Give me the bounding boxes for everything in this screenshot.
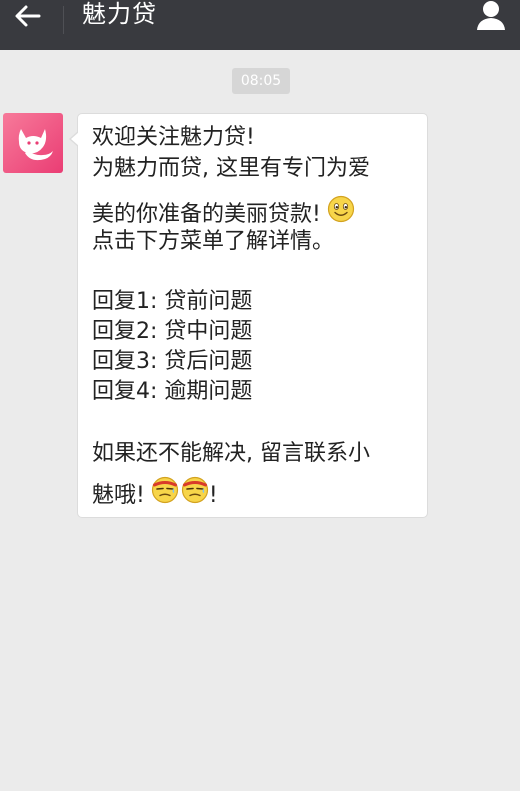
profile-button[interactable] — [468, 0, 512, 40]
message-line: 回复1: 贷前问题 — [92, 289, 253, 314]
title-bar: 魅力贷 — [0, 0, 520, 50]
message-text: ! — [208, 483, 218, 508]
message-line: 欢迎关注魅力贷! — [92, 125, 255, 150]
message-line-with-emoji: 魅哦! ! — [92, 476, 218, 508]
avatar[interactable] — [3, 113, 63, 173]
arrow-left-icon — [15, 5, 41, 27]
cool-sweat-emoji-icon — [181, 476, 209, 512]
fox-logo-icon — [18, 129, 53, 161]
person-icon — [477, 1, 505, 30]
message-line: 如果还不能解决, 留言联系小 — [92, 441, 370, 466]
back-button[interactable] — [0, 0, 62, 50]
message-line: 回复3: 贷后问题 — [92, 349, 253, 374]
message-line: 回复4: 逾期问题 — [92, 379, 253, 404]
cool-sweat-emoji-icon — [151, 476, 179, 512]
message-line-with-emoji: 美的你准备的美丽贷款! — [92, 195, 355, 227]
header-divider — [63, 6, 64, 34]
message-text: 美的你准备的美丽贷款! — [92, 202, 321, 227]
message-text: 魅哦! — [92, 483, 145, 508]
message-line: 点击下方菜单了解详情。 — [92, 229, 335, 254]
message-line: 回复2: 贷中问题 — [92, 319, 253, 344]
message-timestamp: 08:05 — [232, 68, 290, 94]
message-bubble[interactable]: 欢迎关注魅力贷! 为魅力而贷, 这里有专门为爱 美的你准备的美丽贷款! 点击下方… — [69, 113, 428, 518]
smile-emoji-icon — [327, 195, 355, 231]
page-title: 魅力贷 — [82, 0, 157, 28]
message-line: 为魅力而贷, 这里有专门为爱 — [92, 156, 370, 181]
